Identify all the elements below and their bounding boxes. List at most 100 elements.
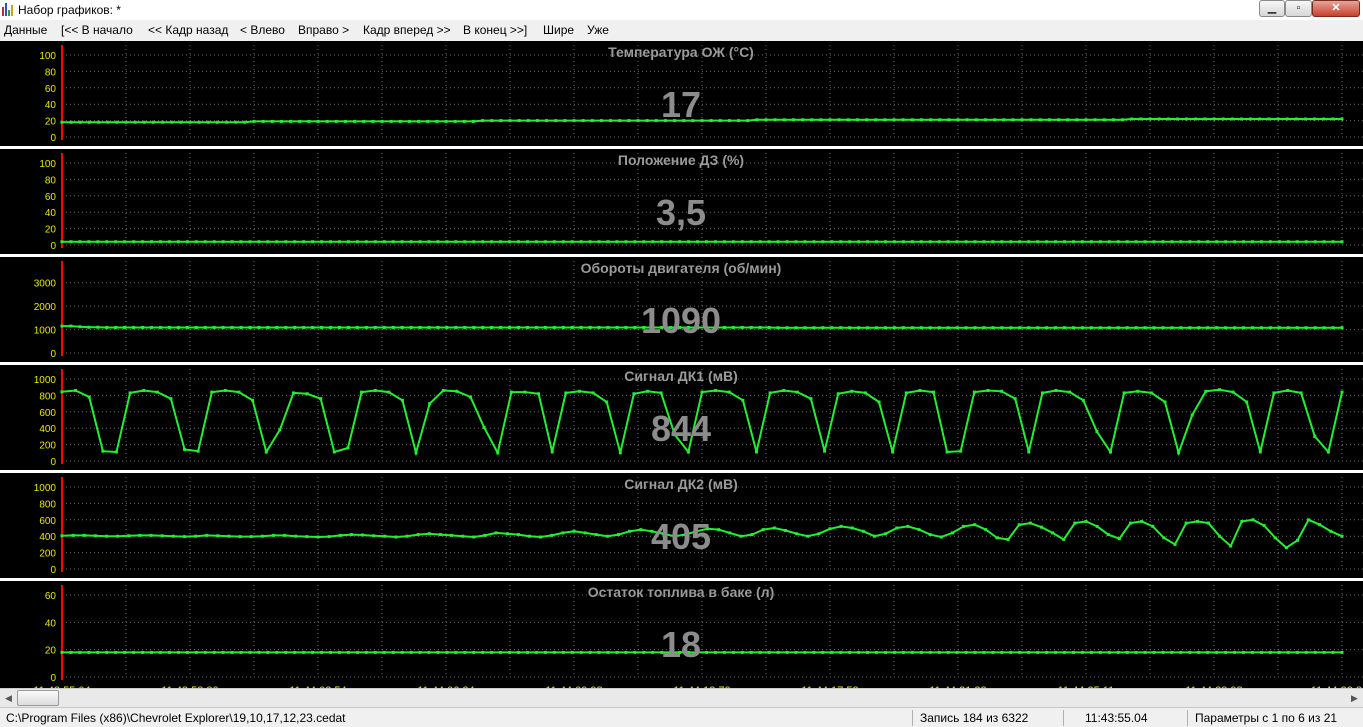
data-point [78, 240, 82, 244]
data-point [740, 650, 744, 654]
data-point [669, 240, 673, 244]
data-point [972, 390, 976, 394]
data-point [1125, 326, 1129, 330]
close-button[interactable]: ✕ [1312, 0, 1360, 17]
data-point [1313, 117, 1317, 121]
chart-area: 0 20 40 60 80 100 Температура ОЖ (°C) 17 0 20 40 60… [0, 41, 1363, 688]
menu-narrower[interactable]: Уже [587, 23, 609, 37]
y-tick-label: 1000 [34, 375, 57, 386]
data-point [445, 240, 449, 244]
data-point [196, 449, 200, 453]
data-point [523, 390, 527, 394]
scroll-left-icon[interactable]: ◀ [0, 689, 17, 707]
minimize-button[interactable]: ▁ [1259, 0, 1285, 17]
data-point [216, 534, 220, 538]
data-point [561, 531, 565, 535]
data-point [132, 325, 136, 329]
data-point [1098, 650, 1102, 654]
data-point [197, 120, 201, 124]
data-point [133, 120, 137, 124]
data-point [1242, 650, 1246, 654]
data-point [892, 650, 896, 654]
data-point [561, 650, 565, 654]
data-point [959, 449, 963, 453]
data-point [1028, 521, 1032, 525]
data-point [1107, 650, 1111, 654]
menu-data[interactable]: Данные [4, 23, 47, 37]
data-point [794, 650, 798, 654]
data-point [1185, 117, 1189, 121]
data-point [114, 650, 118, 654]
data-point [727, 119, 731, 123]
menu-to-end[interactable]: В конец >>] [463, 23, 527, 37]
status-bar: C:\Program Files (x86)\Chevrolet Explore… [0, 707, 1363, 727]
data-point [1161, 326, 1165, 330]
data-point [141, 650, 145, 654]
menu-frame-back[interactable]: << Кадр назад [148, 23, 228, 37]
y-tick-label: 400 [39, 532, 56, 543]
data-point [1233, 326, 1237, 330]
data-point [302, 240, 306, 244]
charts-svg[interactable]: 0 20 40 60 80 100 Температура ОЖ (°C) 17 0 20 40 60… [0, 41, 1363, 688]
data-point [1073, 521, 1077, 525]
data-point [463, 240, 467, 244]
scroll-thumb[interactable] [17, 690, 59, 706]
data-point [1040, 391, 1044, 395]
data-point [910, 326, 914, 330]
menu-left[interactable]: < Влево [240, 23, 285, 37]
scroll-right-icon[interactable]: ▶ [1346, 689, 1363, 707]
data-point [606, 650, 610, 654]
data-point [639, 528, 643, 532]
data-point [1009, 326, 1013, 330]
data-point [158, 650, 162, 654]
data-point [1242, 240, 1246, 244]
data-point [210, 390, 214, 394]
data-point [1163, 400, 1167, 404]
data-point [1134, 326, 1138, 330]
data-point [1054, 650, 1058, 654]
menu-wider[interactable]: Шире [543, 23, 574, 37]
y-tick-label: 1000 [34, 326, 57, 337]
data-point [615, 240, 619, 244]
data-point [962, 524, 966, 528]
menu-to-start[interactable]: [<< В начало [61, 23, 133, 37]
data-point [1130, 117, 1134, 121]
data-point [284, 240, 288, 244]
data-point [158, 325, 162, 329]
data-point [910, 240, 914, 244]
menu-frame-forward[interactable]: Кадр вперед >> [363, 23, 451, 37]
data-point [1002, 118, 1006, 122]
data-point [1206, 650, 1210, 654]
data-point [483, 533, 487, 537]
data-point [1143, 650, 1147, 654]
data-point [149, 533, 153, 537]
current-value: 18 [661, 624, 701, 665]
data-point [785, 326, 789, 330]
data-point [382, 650, 386, 654]
data-point [901, 118, 905, 122]
title-bar: Набор графиков: * ▁ ▫ ✕ [0, 0, 1363, 20]
data-point [525, 240, 529, 244]
data-point [1017, 523, 1021, 527]
data-point [1121, 118, 1125, 122]
data-point [1294, 117, 1298, 121]
data-point [266, 650, 270, 654]
data-point [563, 119, 567, 123]
data-point [454, 325, 458, 329]
horizontal-scrollbar[interactable]: ◀ ▶ [0, 688, 1363, 707]
maximize-button[interactable]: ▫ [1285, 0, 1312, 17]
data-point [400, 325, 404, 329]
data-point [71, 533, 75, 537]
data-point [496, 451, 500, 455]
data-point [884, 532, 888, 536]
menu-right[interactable]: Вправо > [298, 23, 349, 37]
data-point [1013, 397, 1017, 401]
data-point [964, 326, 968, 330]
y-tick-label: 100 [39, 51, 56, 62]
data-point [343, 119, 347, 123]
data-point [1286, 240, 1290, 244]
data-point [353, 119, 357, 123]
data-point [372, 534, 376, 538]
data-point [837, 118, 841, 122]
data-point [991, 326, 995, 330]
